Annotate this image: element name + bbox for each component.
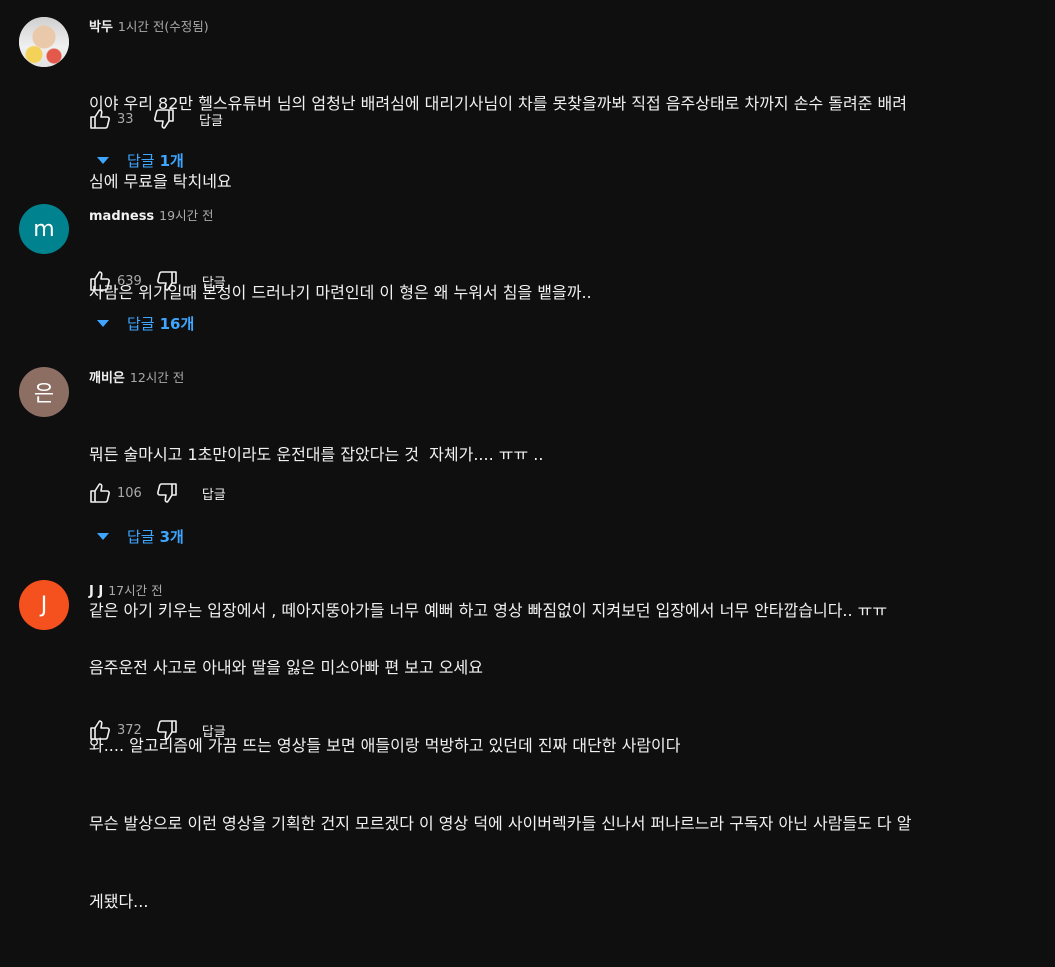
like-count: 106 [117,485,142,501]
comment-timestamp[interactable]: 1시간 전(수정됨) [118,16,209,35]
comment-actions: 33 답글 [87,107,223,131]
comment-timestamp[interactable]: 17시간 전 [108,580,162,599]
comment-timestamp[interactable]: 19시간 전 [159,205,213,224]
caret-down-icon [97,156,109,164]
comment-actions: 372 답글 [87,718,226,742]
replies-count: 3개 [159,527,184,546]
comment-actions: 106 답글 [87,481,226,505]
like-count: 639 [117,273,142,289]
caret-down-icon [97,319,109,327]
comment-text: 음주운전 사고로 아내와 딸을 잃은 미소아빠 편 보고 오세요 와.... 알… [89,658,912,911]
view-replies-button[interactable]: 답글 3개 [93,524,184,548]
avatar[interactable]: 은 [19,367,69,417]
thumb-down-icon[interactable] [154,269,180,293]
replies-count: 16개 [159,314,195,333]
like-count: 33 [117,111,134,127]
comment-author[interactable]: 깨비은 [89,367,125,386]
like-count: 372 [117,722,142,738]
thumb-up-icon[interactable] [87,107,113,131]
caret-down-icon [97,532,109,540]
replies-count: 1개 [159,151,184,170]
avatar[interactable]: m [19,204,69,254]
view-replies-button[interactable]: 답글 16개 [93,311,194,335]
comment-actions: 639 답글 [87,269,226,293]
thumb-up-icon[interactable] [87,269,113,293]
thumb-down-icon[interactable] [151,107,177,131]
comment-text: 사람은 위기일때 본성이 드러나기 마련인데 이 형은 왜 누워서 침을 뱉을까… [89,283,592,302]
reply-button[interactable]: 답글 [202,272,226,291]
comment-timestamp[interactable]: 12시간 전 [130,367,184,386]
thumb-up-icon[interactable] [87,481,113,505]
reply-button[interactable]: 답글 [202,721,226,740]
reply-button[interactable]: 답글 [199,110,223,129]
thumb-up-icon[interactable] [87,718,113,742]
comment-author[interactable]: 박두 [89,16,113,35]
thumb-down-icon[interactable] [154,481,180,505]
comment-author[interactable]: J J [89,584,103,599]
reply-button[interactable]: 답글 [202,484,226,503]
thumb-down-icon[interactable] [154,718,180,742]
avatar[interactable] [19,17,69,67]
view-replies-button[interactable]: 답글 1개 [93,148,184,172]
comment-author[interactable]: madness [89,209,154,224]
avatar[interactable]: J [19,580,69,630]
